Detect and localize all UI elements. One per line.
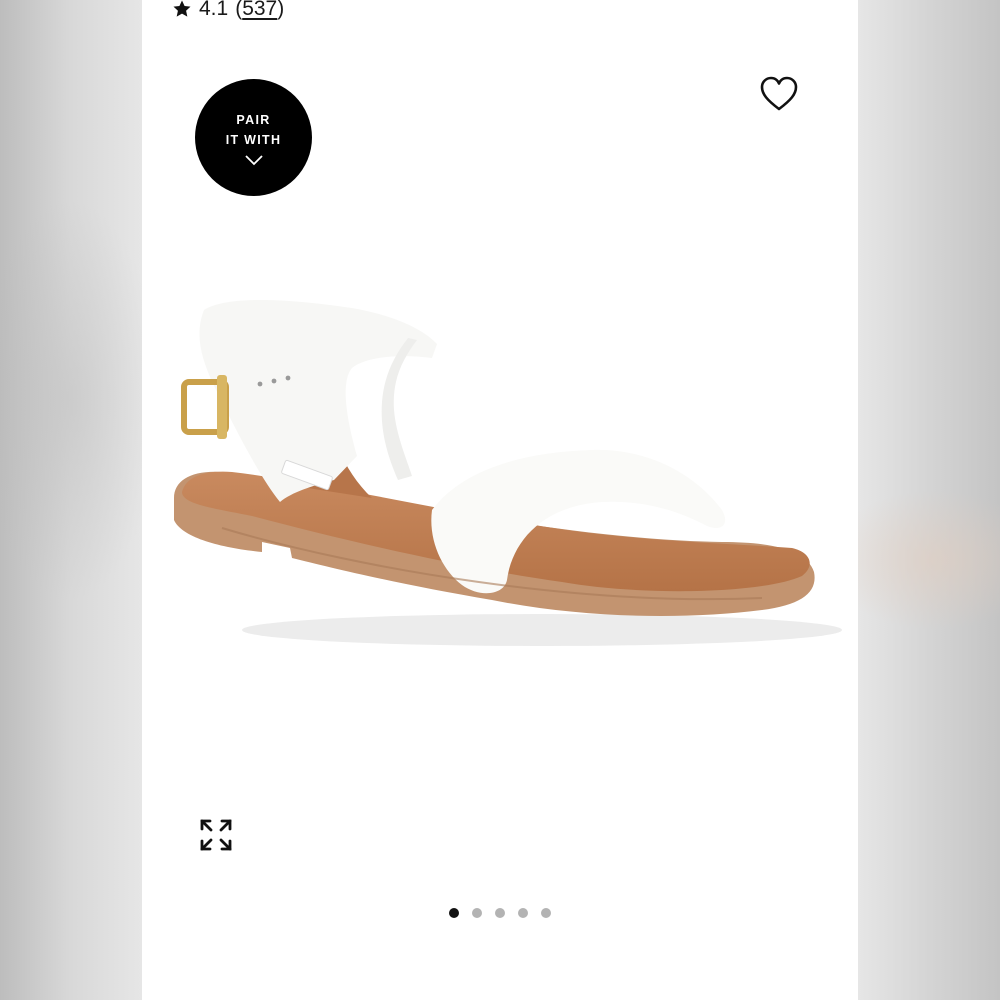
product-image-panel: 4.1 (537) PAIR IT WITH: [142, 0, 858, 1000]
gallery-dot[interactable]: [518, 908, 528, 918]
rating-value: 4.1: [199, 0, 229, 20]
gallery-dot[interactable]: [449, 908, 459, 918]
pair-badge-line1: PAIR: [236, 112, 271, 127]
pair-badge-line2: IT WITH: [225, 132, 282, 147]
product-image[interactable]: [162, 280, 842, 660]
review-count: 537: [242, 0, 278, 20]
heart-icon[interactable]: [759, 75, 799, 113]
pair-it-with-button[interactable]: PAIR IT WITH: [195, 79, 312, 196]
chevron-down-icon: [244, 154, 263, 165]
gallery-dot[interactable]: [541, 908, 551, 918]
gallery-dot[interactable]: [495, 908, 505, 918]
expand-arrows-icon[interactable]: [197, 816, 235, 854]
review-count-open: (: [235, 0, 243, 20]
gallery-dot[interactable]: [472, 908, 482, 918]
gallery-pagination: [142, 908, 858, 918]
review-count-close: ): [277, 0, 285, 20]
product-rating: 4.1 (537): [172, 0, 284, 24]
star-icon: [173, 0, 191, 17]
review-count-link[interactable]: (537): [235, 0, 284, 24]
